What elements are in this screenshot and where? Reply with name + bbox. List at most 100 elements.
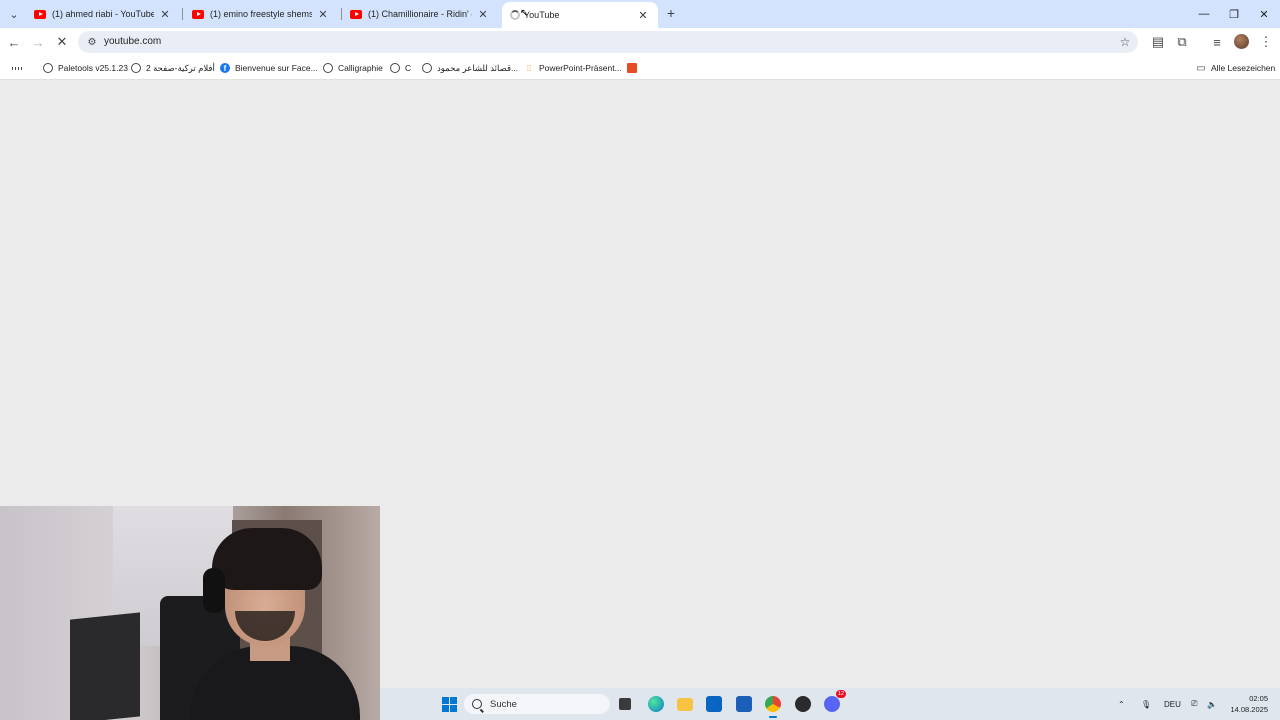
globe-icon — [43, 63, 53, 73]
clock-date: 14.08.2025 — [1230, 705, 1268, 714]
webcam-monitor — [70, 612, 140, 720]
microphone-button[interactable]: 🎙 — [1141, 688, 1151, 720]
arrow-left-icon: ← — [7, 34, 21, 50]
windows-taskbar: Suche 12 ⌃ 🎙 DEU ⎚ 🔈 02:05 14.08.2025 — [380, 688, 1280, 720]
webcam-headset — [203, 568, 225, 613]
youtube-icon — [192, 9, 204, 19]
apps-button[interactable] — [12, 60, 27, 76]
store-button[interactable] — [733, 693, 755, 715]
folder-icon: ▭ — [1196, 62, 1206, 74]
bookmark-paletools[interactable]: Paletools v25.1.23 — [43, 60, 128, 76]
task-view-icon — [619, 698, 631, 710]
profile-avatar[interactable] — [1234, 34, 1249, 49]
volume-icon: 🔈 — [1207, 699, 1217, 709]
bookmark-label: C — [405, 63, 412, 73]
taskbar-clock[interactable]: 02:05 14.08.2025 — [1228, 693, 1268, 715]
bookmark-turkish-films[interactable]: أفلام تركية-صفحة 2 — [131, 60, 215, 76]
file-explorer-button[interactable] — [674, 693, 696, 715]
close-tab-icon[interactable]: ✕ — [158, 7, 172, 21]
address-bar[interactable]: ⚙ youtube.com ☆ — [78, 31, 1138, 53]
tab-ahmed-riabi[interactable]: (1) ahmed riabi - YouTube ✕ — [26, 0, 180, 28]
puzzle-icon: ⧉ — [1177, 34, 1187, 49]
close-tab-icon[interactable]: ✕ — [316, 7, 330, 21]
youtube-icon — [350, 9, 362, 19]
network-icon: ⎚ — [1191, 699, 1198, 708]
close-tab-icon[interactable]: ✕ — [636, 8, 650, 22]
search-label: Suche — [490, 698, 517, 710]
loading-spinner-icon — [510, 10, 520, 20]
tab-search-button[interactable]: ⌄ — [4, 4, 24, 24]
shopping-button[interactable]: ▤ — [1148, 32, 1168, 52]
bookmark-label: PowerPoint-Präsent... — [539, 63, 622, 73]
edge-icon — [648, 696, 664, 712]
bookmark-html5[interactable] — [627, 60, 642, 76]
bookmark-label: Paletools v25.1.23 — [58, 63, 128, 73]
tab-strip: ⌄ (1) ahmed riabi - YouTube ✕ (1) emino … — [0, 0, 1280, 28]
all-bookmarks-button[interactable]: ▭ Alle Lesezeichen — [1196, 60, 1275, 76]
bookmarks-bar: Paletools v25.1.23 أفلام تركية-صفحة 2 f … — [0, 56, 1280, 80]
bookmark-label: Bienvenue sur Face... — [235, 63, 318, 73]
address-url[interactable]: youtube.com — [104, 36, 161, 47]
webcam-person-hair — [212, 528, 322, 590]
bookmark-facebook[interactable]: f Bienvenue sur Face... — [220, 60, 318, 76]
bookmark-c[interactable]: C — [390, 60, 411, 76]
microsoft-store-icon — [736, 696, 752, 712]
windows-logo-icon — [441, 696, 457, 712]
bookmark-powerpoint[interactable]: ⁞⁞ PowerPoint-Präsent... — [524, 60, 622, 76]
all-bookmarks-label: Alle Lesezeichen — [1211, 63, 1276, 73]
tab-chamillionaire[interactable]: (1) Chamillionaire - Ridin' (Offic ✕ — [342, 0, 498, 28]
edge-button[interactable] — [645, 693, 667, 715]
bookmark-star-icon[interactable]: ☆ — [1116, 33, 1134, 51]
chrome-button[interactable] — [762, 693, 784, 718]
discord-icon — [824, 696, 840, 712]
chevron-down-icon: ⌄ — [9, 8, 19, 21]
stop-loading-button[interactable]: ✕ — [52, 32, 72, 52]
bookmark-label: أفلام تركية-صفحة 2 — [146, 62, 215, 73]
outlook-icon — [706, 696, 722, 712]
tab-title: (1) ahmed riabi - YouTube — [52, 9, 154, 19]
forward-button[interactable]: → — [28, 32, 48, 52]
site-settings-icon[interactable]: ⚙ — [84, 34, 100, 50]
html5-icon — [627, 63, 637, 73]
close-window-button[interactable]: ✕ — [1248, 0, 1280, 28]
close-tab-icon[interactable]: ✕ — [476, 7, 490, 21]
apps-grid-icon — [12, 63, 22, 73]
tab-title: (1) emino freestyle shems fm 2 — [210, 9, 312, 19]
microphone-icon: 🎙 — [1141, 699, 1152, 709]
back-button[interactable]: ← — [4, 32, 24, 52]
outlook-button[interactable] — [703, 693, 725, 715]
bookmark-label: قصائد للشاعر محمود... — [437, 62, 519, 73]
mouse-cursor-icon: ↖ — [520, 8, 529, 19]
taskbar-search[interactable]: Suche — [464, 694, 610, 714]
tab-emino-freestyle[interactable]: (1) emino freestyle shems fm 2 ✕ — [184, 0, 338, 28]
tray-overflow-button[interactable]: ⌃ — [1118, 688, 1125, 720]
active-app-indicator — [769, 716, 777, 718]
start-button[interactable] — [438, 693, 460, 715]
discord-button[interactable]: 12 — [821, 690, 846, 715]
new-tab-button[interactable]: + — [662, 4, 680, 22]
obs-button[interactable] — [792, 693, 814, 715]
bookmark-poems[interactable]: قصائد للشاعر محمود... — [422, 60, 518, 76]
language-indicator[interactable]: DEU — [1164, 688, 1181, 720]
globe-icon — [323, 63, 333, 73]
webcam-overlay — [0, 506, 380, 720]
tab-separator — [182, 8, 183, 20]
tab-title: (1) Chamillionaire - Ridin' (Offic — [368, 9, 472, 19]
extensions-button[interactable]: ⧉ — [1172, 32, 1192, 52]
minimize-button[interactable]: — — [1188, 0, 1220, 28]
more-vert-icon: ⋮ — [1259, 34, 1273, 49]
search-icon — [472, 699, 482, 709]
restore-button[interactable]: ❐ — [1218, 0, 1250, 28]
arrow-right-icon: → — [31, 34, 45, 50]
network-button[interactable]: ⎚ — [1191, 688, 1197, 720]
globe-icon — [390, 63, 400, 73]
powerpoint-icon: ⁞⁞ — [526, 63, 532, 73]
store-icon: ▤ — [1151, 34, 1165, 49]
menu-button[interactable]: ⋮ — [1256, 32, 1276, 52]
globe-icon — [422, 63, 432, 73]
media-controls-button[interactable]: ≡ — [1207, 32, 1227, 52]
bookmark-label: Calligraphie — [338, 63, 383, 73]
task-view-button[interactable] — [614, 693, 636, 715]
volume-button[interactable]: 🔈 — [1207, 688, 1217, 720]
bookmark-calligraphie[interactable]: Calligraphie — [323, 60, 383, 76]
